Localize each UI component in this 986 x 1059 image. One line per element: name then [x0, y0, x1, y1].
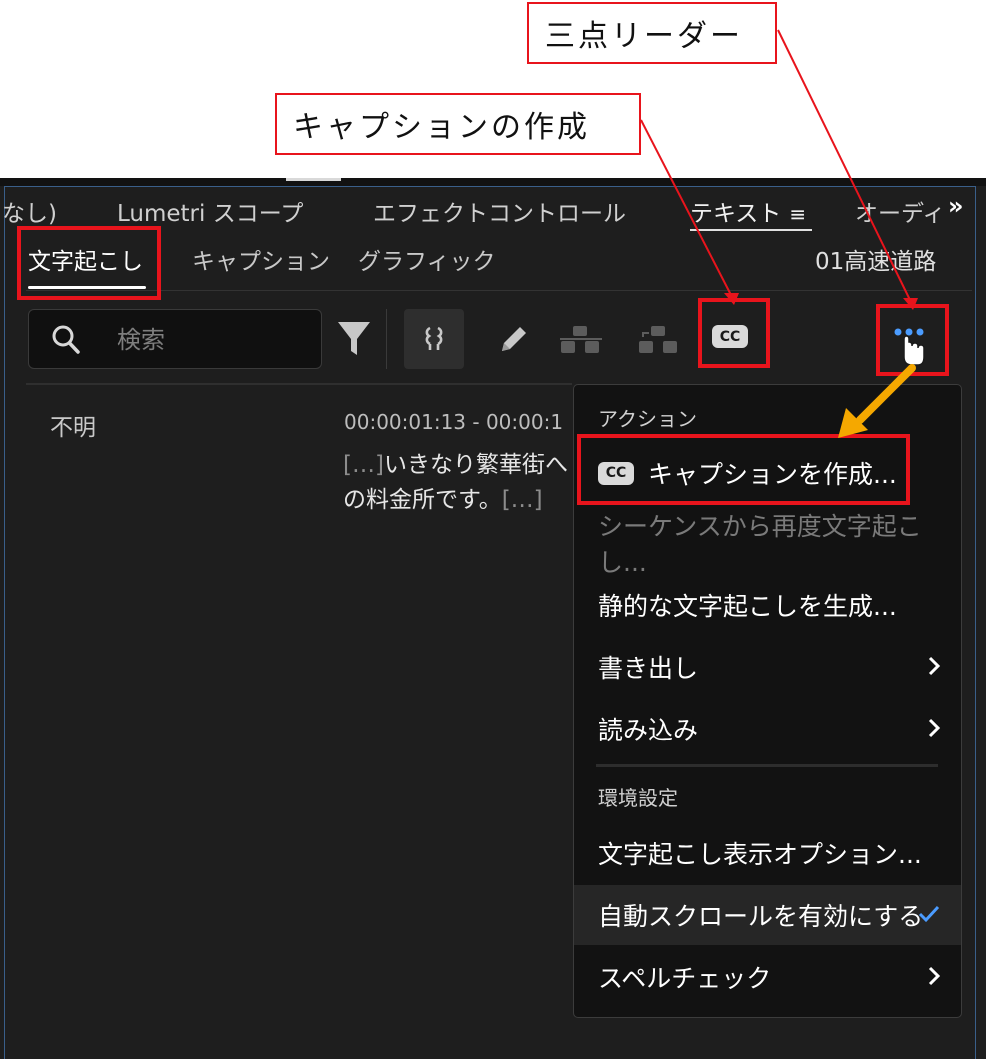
orange-arrow-shaft: [856, 364, 916, 424]
leader-arrowhead: [903, 298, 918, 310]
caption-arrowhead: [724, 293, 739, 305]
leader-connector-line: [777, 29, 911, 301]
annotation-overlay: [640, 29, 918, 438]
caption-connector-line: [640, 119, 732, 296]
